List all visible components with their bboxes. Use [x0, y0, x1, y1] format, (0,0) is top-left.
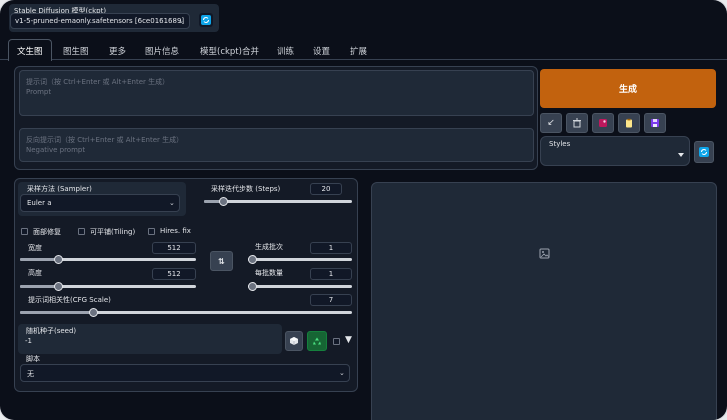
width-input[interactable]: 512	[152, 242, 196, 254]
slider-fill	[20, 285, 59, 288]
swap-dimensions-button[interactable]: ⇅	[210, 251, 233, 271]
batch-size-label: 每批数量	[255, 269, 283, 277]
reuse-seed-button[interactable]	[307, 331, 327, 351]
script-value: 无	[27, 370, 34, 378]
chevron-down-icon: ⌄	[178, 17, 184, 25]
slider-thumb[interactable]	[248, 255, 257, 264]
webui-window: Stable Diffusion 模型(ckpt) v1-5-pruned-em…	[0, 0, 727, 420]
arrow-down-left-icon: ↙	[547, 118, 555, 128]
tab-extras[interactable]: 更多	[109, 45, 126, 59]
save-icon	[651, 119, 659, 127]
tab-txt2img[interactable]: 文生图	[17, 45, 43, 59]
cfg-label: 提示词相关性(CFG Scale)	[28, 296, 111, 304]
tab-checkpoint-merger[interactable]: 模型(ckpt)合并	[200, 45, 259, 59]
tab-train[interactable]: 训练	[277, 45, 294, 59]
negative-prompt-label: 反向提示词（按 Ctrl+Enter 或 Alt+Enter 生成）	[26, 136, 184, 144]
batch-count-label: 生成批次	[255, 243, 283, 251]
height-label: 高度	[28, 269, 42, 277]
batch-count-slider[interactable]	[248, 255, 352, 264]
seed-extra-checkbox[interactable]	[333, 338, 340, 345]
seed-input[interactable]: -1	[21, 335, 277, 350]
tab-bar	[0, 59, 727, 60]
cfg-input[interactable]: 7	[310, 294, 352, 306]
caret-down-icon	[678, 153, 684, 157]
dice-icon	[290, 337, 298, 345]
extra-networks-button[interactable]	[592, 113, 614, 133]
clipboard-icon	[626, 118, 632, 128]
chevron-down-icon: ⌄	[169, 199, 175, 207]
clear-prompt-button[interactable]	[566, 113, 588, 133]
width-slider[interactable]	[20, 255, 196, 264]
tab-png-info[interactable]: 图片信息	[145, 45, 179, 59]
negative-prompt-input[interactable]: 反向提示词（按 Ctrl+Enter 或 Alt+Enter 生成） Negat…	[19, 128, 534, 162]
refresh-icon	[201, 15, 211, 25]
prompt-input[interactable]: 提示词（按 Ctrl+Enter 或 Alt+Enter 生成） Prompt	[19, 70, 534, 116]
slider-thumb[interactable]	[88, 308, 98, 317]
recycle-icon	[313, 337, 321, 345]
chevron-down-icon: ⌄	[339, 369, 345, 377]
save-style-button[interactable]	[644, 113, 666, 133]
slider-fill	[20, 258, 59, 261]
random-seed-button[interactable]	[285, 331, 303, 351]
sampler-label: 采样方法 (Sampler)	[27, 185, 92, 193]
sampler-value: Euler a	[27, 199, 52, 207]
batch-size-slider[interactable]	[248, 282, 352, 291]
script-select[interactable]: 无 ⌄	[20, 364, 350, 382]
tiling-checkbox[interactable]	[78, 228, 85, 235]
tab-settings[interactable]: 设置	[313, 45, 330, 59]
prompt-label: 提示词（按 Ctrl+Enter 或 Alt+Enter 生成）	[26, 78, 170, 86]
tab-img2img[interactable]: 图生图	[63, 45, 89, 59]
sampler-select[interactable]: Euler a ⌄	[20, 194, 180, 212]
tiling-label: 可平铺(Tiling)	[90, 228, 136, 236]
prompt-placeholder: Prompt	[26, 88, 52, 96]
steps-label: 采样迭代步数 (Steps)	[211, 185, 281, 193]
refresh-styles-button[interactable]	[694, 141, 714, 163]
image-pink-icon	[599, 119, 607, 127]
slider-fill	[20, 311, 94, 314]
height-input[interactable]: 512	[152, 268, 196, 280]
batch-size-input[interactable]: 1	[310, 268, 352, 280]
styles-label: Styles	[549, 140, 571, 148]
styles-panel: Styles	[540, 136, 690, 166]
image-placeholder-icon	[539, 248, 550, 259]
restore-faces-checkbox[interactable]	[21, 228, 28, 235]
width-label: 宽度	[28, 244, 42, 252]
seed-value: -1	[25, 337, 32, 345]
styles-select[interactable]	[545, 149, 687, 163]
trash-icon	[573, 118, 581, 128]
output-gallery	[371, 182, 717, 420]
tab-extensions[interactable]: 扩展	[350, 45, 367, 59]
generate-button[interactable]: 生成	[540, 69, 716, 108]
refresh-checkpoint-button[interactable]	[199, 13, 213, 27]
apply-style-button[interactable]	[618, 113, 640, 133]
height-slider[interactable]	[20, 282, 196, 291]
generate-label: 生成	[618, 85, 637, 95]
steps-slider[interactable]	[204, 197, 352, 206]
slider-thumb[interactable]	[218, 197, 228, 206]
swap-icon: ⇅	[218, 256, 225, 266]
script-label: 脚本	[26, 355, 40, 363]
checkpoint-value: v1-5-pruned-emaonly.safetensors [6ce0161…	[15, 17, 185, 25]
batch-count-input[interactable]: 1	[310, 242, 352, 254]
hires-fix-label: Hires. fix	[160, 227, 191, 235]
slider-thumb[interactable]	[248, 282, 257, 291]
hires-fix-checkbox[interactable]	[148, 228, 155, 235]
restore-faces-label: 面部修复	[33, 228, 61, 236]
refresh-icon	[699, 147, 709, 157]
checkpoint-select[interactable]: v1-5-pruned-emaonly.safetensors [6ce0161…	[10, 13, 190, 29]
seed-extra-toggle[interactable]: ▼	[345, 335, 352, 345]
read-params-button[interactable]: ↙	[540, 113, 562, 133]
steps-input[interactable]: 20	[310, 183, 342, 195]
cfg-slider[interactable]	[20, 308, 352, 317]
negative-prompt-placeholder: Negative prompt	[26, 146, 86, 154]
